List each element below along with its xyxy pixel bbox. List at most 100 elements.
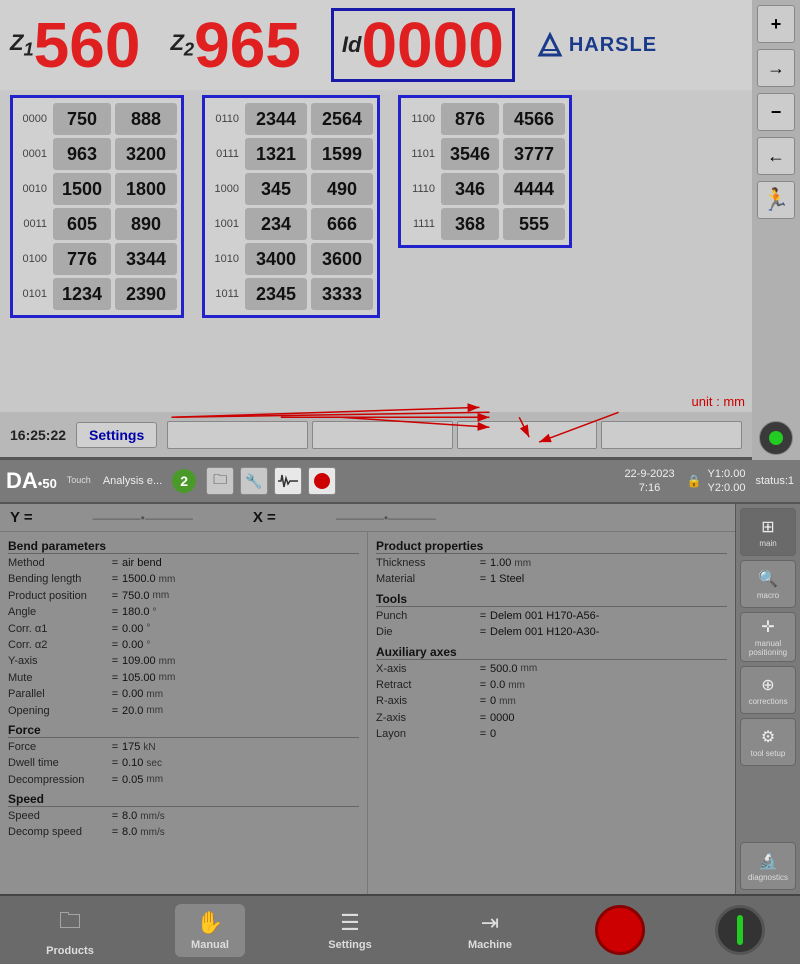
param-value: 0.0: [490, 678, 505, 693]
row-id: 1010: [207, 253, 239, 265]
row-cell: 555: [503, 208, 565, 240]
da-touch-text: Touch: [67, 476, 91, 486]
param-eq: =: [108, 622, 122, 637]
harsle-logo: HARSLE: [535, 30, 657, 60]
param-unit: mm: [146, 688, 163, 702]
param-eq: =: [108, 740, 122, 755]
row-cell: 2390: [115, 278, 177, 310]
row-cell: 2344: [245, 103, 307, 135]
param-row: Mute = 105.00 mm: [8, 671, 359, 686]
unit-label: unit : mm: [692, 394, 745, 409]
row-cell: 3333: [311, 278, 373, 310]
row-id: 1101: [403, 148, 435, 160]
da-date: 22-9-2023: [624, 467, 674, 481]
param-name: Product position: [8, 589, 108, 604]
params-left: Bend parameters Method = air bend Bendin…: [0, 532, 368, 894]
figure-button[interactable]: 🏃: [757, 181, 795, 219]
param-eq: =: [108, 572, 122, 587]
da-datetime: 22-9-2023 7:16: [624, 467, 674, 496]
param-row: Method = air bend: [8, 556, 359, 571]
corrections-label: corrections: [748, 697, 787, 706]
param-unit: mm/s: [140, 810, 164, 824]
y-eq-label: Y =: [10, 509, 33, 526]
param-unit: mm: [146, 704, 163, 718]
row-id: 0011: [15, 218, 47, 230]
z2-value: 965: [194, 13, 301, 77]
data-col1-inner: 0000 750 888 0001 963 3200 0010 1500 180…: [10, 95, 184, 318]
param-unit: mm/s: [140, 826, 164, 840]
param-unit: mm: [146, 773, 163, 787]
diagnostics-icon: 🔬: [758, 851, 778, 871]
da-analysis-text: Analysis e...: [103, 475, 162, 487]
row-id: 1011: [207, 288, 239, 300]
sidebar-tool-setup-btn[interactable]: ⚙ tool setup: [740, 718, 796, 766]
param-row: Thickness = 1.00 mm: [376, 556, 727, 571]
table-row: 1010 3400 3600: [207, 243, 375, 275]
record-button[interactable]: [308, 467, 336, 495]
row-cell: 750: [53, 103, 111, 135]
sidebar-diagnostics-btn[interactable]: 🔬 diagnostics: [740, 842, 796, 890]
param-value: 180.0: [122, 605, 150, 620]
row-id: 0111: [207, 148, 239, 160]
sidebar-manual-pos-btn[interactable]: ✛ manual positioning: [740, 612, 796, 662]
row-cell: 605: [53, 208, 111, 240]
param-row: Opening = 20.0 mm: [8, 704, 359, 719]
row-id: 1100: [403, 113, 435, 125]
da-content: Y = ————•———— X = ————•———— Bend paramet…: [0, 504, 800, 894]
param-row: Dwell time = 0.10 sec: [8, 756, 359, 771]
row-cell: 3200: [115, 138, 177, 170]
da-50-text: •50: [38, 476, 57, 491]
da-y2: Y2:0.00: [708, 481, 746, 495]
speed-rows: Speed = 8.0 mm/s Decomp speed = 8.0 mm/s: [8, 809, 359, 841]
power-button[interactable]: [759, 421, 793, 455]
sidebar-corrections-btn[interactable]: ⊕ corrections: [740, 666, 796, 714]
da-sidebar: ⊞ main 🔍 macro ✛ manual positioning ⊕ co…: [735, 504, 800, 894]
right-arrow-button[interactable]: →: [757, 49, 795, 87]
param-row: R-axis = 0 mm: [376, 694, 727, 709]
left-arrow-button[interactable]: ←: [757, 137, 795, 175]
stop-button[interactable]: [595, 905, 645, 955]
force-rows: Force = 175 kN Dwell time = 0.10 sec Dec…: [8, 740, 359, 788]
sidebar-macro-btn[interactable]: 🔍 macro: [740, 560, 796, 608]
manual-icon: ✋: [196, 910, 223, 936]
da-y1: Y1:0.00: [708, 467, 746, 481]
minus-button[interactable]: −: [757, 93, 795, 131]
table-row: 1011 2345 3333: [207, 278, 375, 310]
param-value: Delem 001 H120-A30-: [490, 625, 599, 640]
waveform-button[interactable]: [274, 467, 302, 495]
sidebar-main-btn[interactable]: ⊞ main: [740, 508, 796, 556]
main-label: main: [759, 539, 776, 548]
aux-rows: X-axis = 500.0 mm Retract = 0.0 mm R-axi…: [376, 662, 727, 743]
row-cell: 2564: [311, 103, 373, 135]
row-cell: 963: [53, 138, 111, 170]
manual-nav-btn[interactable]: ✋ Manual: [175, 904, 245, 957]
manual-label: Manual: [191, 939, 229, 951]
param-row: Punch = Delem 001 H170-A56-: [376, 609, 727, 624]
folder-button[interactable]: 🗀: [206, 467, 234, 495]
data-col1: 0000 750 888 0001 963 3200 0010 1500 180…: [10, 95, 184, 425]
run-button[interactable]: [715, 905, 765, 955]
param-value: 1 Steel: [490, 572, 524, 587]
param-name: Retract: [376, 678, 476, 693]
param-eq: =: [108, 671, 122, 686]
param-value: 0.00: [122, 638, 143, 653]
machine-nav-btn[interactable]: ⇥ Machine: [455, 906, 525, 955]
row-cell: 888: [115, 103, 177, 135]
param-unit: mm: [521, 662, 538, 676]
param-unit: kN: [143, 741, 155, 755]
param-name: Force: [8, 740, 108, 755]
settings-button[interactable]: Settings: [76, 422, 157, 448]
plus-button[interactable]: +: [757, 5, 795, 43]
bottom-bar: 16:25:22 Settings: [0, 412, 752, 457]
param-value: 8.0: [122, 825, 137, 840]
table-row: 0000 750 888: [15, 103, 179, 135]
param-eq: =: [108, 556, 122, 571]
wrench-button[interactable]: 🔧: [240, 467, 268, 495]
settings-nav-btn[interactable]: ☰ Settings: [315, 906, 385, 955]
da-bottom-nav: 🗀 Products ✋ Manual ☰ Settings ⇥ Machine: [0, 894, 800, 964]
products-nav-btn[interactable]: 🗀 Products: [35, 900, 105, 961]
da-status: status:1: [755, 475, 794, 487]
param-value: 105.00: [122, 671, 156, 686]
param-name: Corr. α2: [8, 638, 108, 653]
param-unit: mm: [499, 695, 516, 709]
